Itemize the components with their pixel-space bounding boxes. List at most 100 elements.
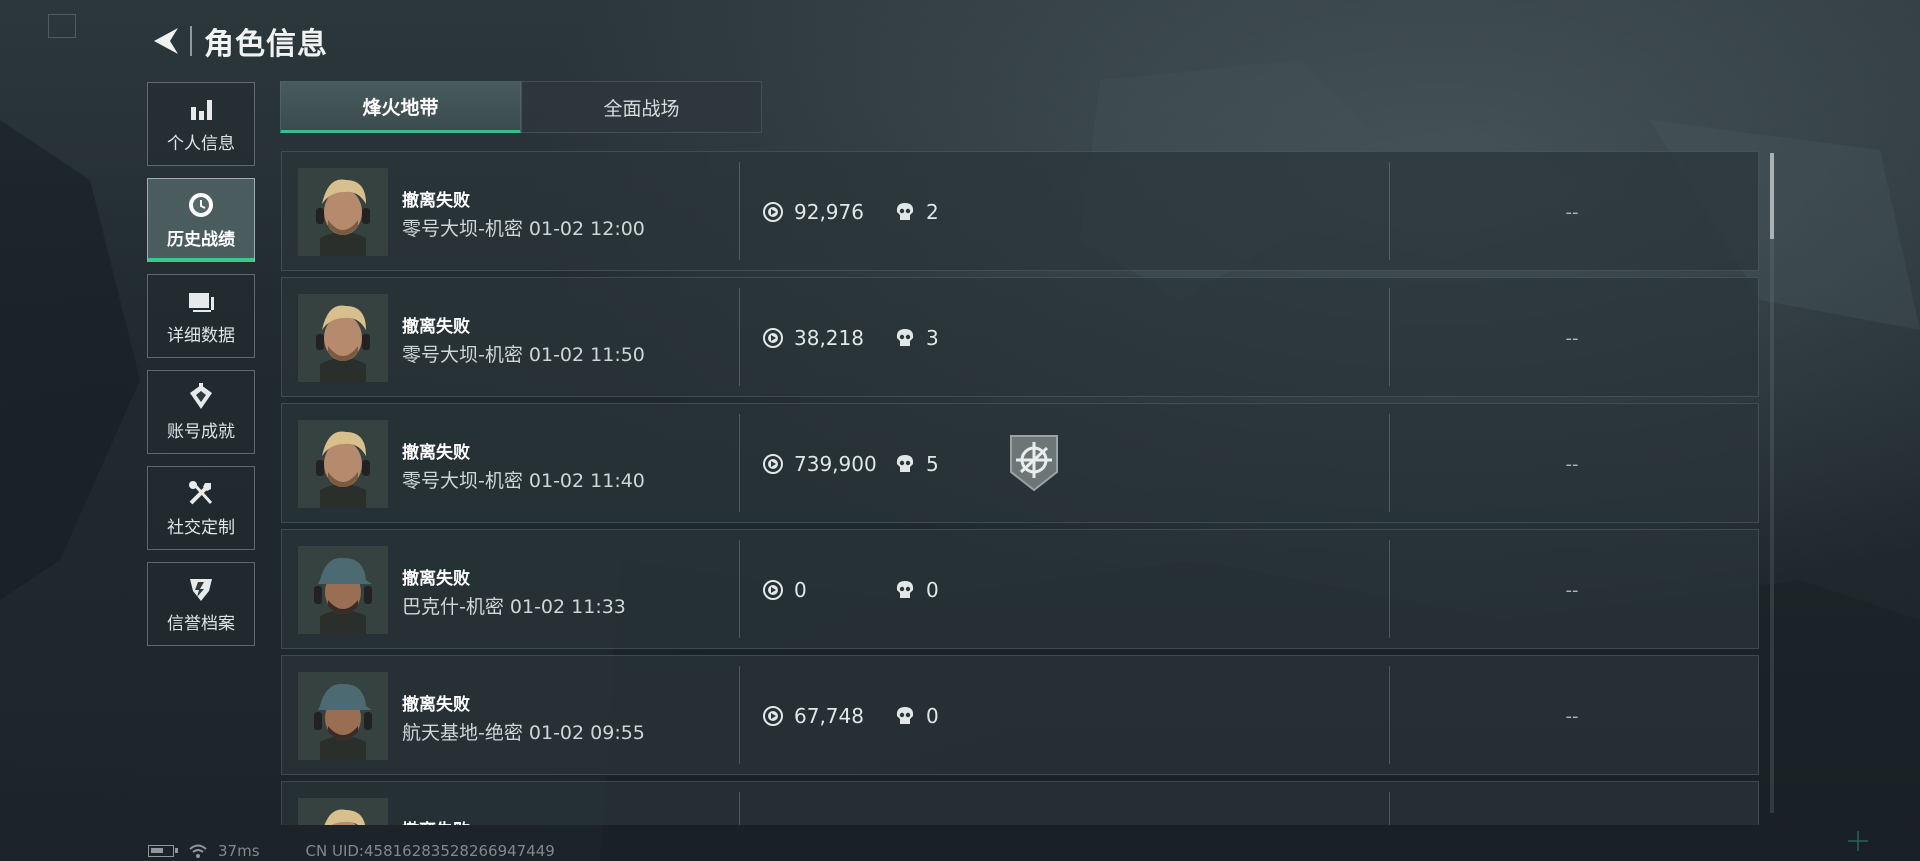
record-map-time: 零号大坝-机密 01-02 11:40 <box>402 470 645 492</box>
row-divider <box>1389 540 1390 638</box>
kill-stat: 0 <box>894 704 939 728</box>
operator-avatar <box>298 672 388 760</box>
nav-label: 账号成就 <box>167 421 235 442</box>
kill-value: 2 <box>926 200 939 224</box>
back-button[interactable] <box>146 18 184 64</box>
money-value: 38,218 <box>794 326 864 350</box>
ping-value: 37ms <box>218 842 260 860</box>
skull-icon <box>894 705 916 727</box>
kill-stat: 5 <box>894 452 939 476</box>
record-extra: -- <box>1565 328 1579 349</box>
credit-icon <box>187 575 215 603</box>
record-extra: -- <box>1565 202 1579 223</box>
kill-value: 5 <box>926 452 939 476</box>
match-row[interactable]: 撤离失败 <box>281 781 1759 825</box>
operator-avatar <box>298 294 388 382</box>
battery-icon <box>148 845 178 857</box>
page-title: 角色信息 <box>204 27 328 62</box>
match-row[interactable]: 撤离失败 零号大坝-机密 01-02 11:40 739,900 5 -- <box>281 403 1759 523</box>
record-status: 撤离失败 <box>402 816 470 825</box>
kill-stat: 3 <box>894 326 939 350</box>
row-divider <box>739 288 740 386</box>
money-stat: 739,900 <box>762 452 877 476</box>
bar-chart-icon <box>187 95 215 123</box>
record-extra: -- <box>1565 706 1579 727</box>
row-divider <box>739 414 740 512</box>
operator-avatar <box>298 798 388 825</box>
header-divider <box>190 26 192 56</box>
coin-icon <box>762 201 784 223</box>
cards-icon <box>187 287 215 315</box>
record-map-time: 航天基地-绝密 01-02 09:55 <box>402 722 645 744</box>
coin-icon <box>762 327 784 349</box>
nav-item-detailed-data[interactable]: 详细数据 <box>147 274 255 358</box>
mode-tabs: 烽火地带 全面战场 <box>280 81 762 133</box>
nav-item-match-history[interactable]: 历史战绩 <box>147 178 255 262</box>
tools-icon <box>187 479 215 507</box>
status-bar: 37ms CN UID:458162835282669​47449 <box>148 842 555 860</box>
money-stat: 67,748 <box>762 704 864 728</box>
row-divider <box>739 666 740 764</box>
skull-icon <box>894 453 916 475</box>
kill-stat: 0 <box>894 578 939 602</box>
nav-item-social-custom[interactable]: 社交定制 <box>147 466 255 550</box>
side-nav: 个人信息 历史战绩 详细数据 账号成就 社交定制 信誉档案 <box>147 82 257 658</box>
wifi-icon <box>188 843 208 859</box>
record-map-time: 零号大坝-机密 01-02 11:50 <box>402 344 645 366</box>
money-stat: 0 <box>762 578 807 602</box>
record-map-time: 巴克什-机密 01-02 11:33 <box>402 596 626 618</box>
money-value: 0 <box>794 578 807 602</box>
achievement-icon <box>187 382 215 411</box>
money-value: 739,900 <box>794 452 877 476</box>
skull-icon <box>894 579 916 601</box>
record-status: 撤离失败 <box>402 191 470 211</box>
tab-full-battlefield[interactable]: 全面战场 <box>521 81 762 133</box>
money-stat: 92,976 <box>762 200 864 224</box>
row-divider <box>1389 414 1390 512</box>
scrollbar-thumb[interactable] <box>1770 153 1774 239</box>
nav-item-achievements[interactable]: 账号成就 <box>147 370 255 454</box>
match-row[interactable]: 撤离失败 航天基地-绝密 01-02 09:55 67,748 0 -- <box>281 655 1759 775</box>
tab-fenghuo-zone[interactable]: 烽火地带 <box>280 81 521 133</box>
nav-label: 信誉档案 <box>167 613 235 634</box>
skull-icon <box>894 327 916 349</box>
crosshair-corner-icon <box>1848 831 1868 851</box>
nav-label: 个人信息 <box>167 133 235 154</box>
row-divider <box>1389 162 1390 260</box>
list-scrollbar[interactable] <box>1770 153 1774 813</box>
row-divider <box>1389 288 1390 386</box>
nav-label: 历史战绩 <box>167 229 235 250</box>
record-map-time: 零号大坝-机密 01-02 12:00 <box>402 218 645 240</box>
corner-frame <box>48 14 76 38</box>
operator-avatar <box>298 546 388 634</box>
money-value: 92,976 <box>794 200 864 224</box>
match-row[interactable]: 撤离失败 零号大坝-机密 01-02 11:50 38,218 3 -- <box>281 277 1759 397</box>
nav-item-credit-record[interactable]: 信誉档案 <box>147 562 255 646</box>
record-status: 撤离失败 <box>402 569 470 589</box>
money-value: 67,748 <box>794 704 864 728</box>
match-row[interactable]: 撤离失败 巴克什-机密 01-02 11:33 0 0 -- <box>281 529 1759 649</box>
match-row[interactable]: 撤离失败 零号大坝-机密 01-02 12:00 92,976 2 -- <box>281 151 1759 271</box>
kill-value: 3 <box>926 326 939 350</box>
operator-avatar <box>298 420 388 508</box>
money-stat: 38,218 <box>762 326 864 350</box>
back-arrow-icon <box>154 28 178 54</box>
header: 角色信息 <box>146 18 328 64</box>
kill-value: 0 <box>926 578 939 602</box>
record-status: 撤离失败 <box>402 695 470 715</box>
record-status: 撤离失败 <box>402 443 470 463</box>
row-divider <box>1389 792 1390 825</box>
crosshair-badge-icon[interactable] <box>1007 432 1061 492</box>
record-status: 撤离失败 <box>402 317 470 337</box>
skull-icon <box>894 201 916 223</box>
record-extra: -- <box>1565 580 1579 601</box>
coin-icon <box>762 579 784 601</box>
match-history-list: 撤离失败 零号大坝-机密 01-02 12:00 92,976 2 -- 撤离失… <box>281 151 1759 825</box>
coin-icon <box>762 705 784 727</box>
row-divider <box>1389 666 1390 764</box>
operator-avatar <box>298 168 388 256</box>
nav-item-personal-info[interactable]: 个人信息 <box>147 82 255 166</box>
kill-value: 0 <box>926 704 939 728</box>
coin-icon <box>762 453 784 475</box>
row-divider <box>739 162 740 260</box>
